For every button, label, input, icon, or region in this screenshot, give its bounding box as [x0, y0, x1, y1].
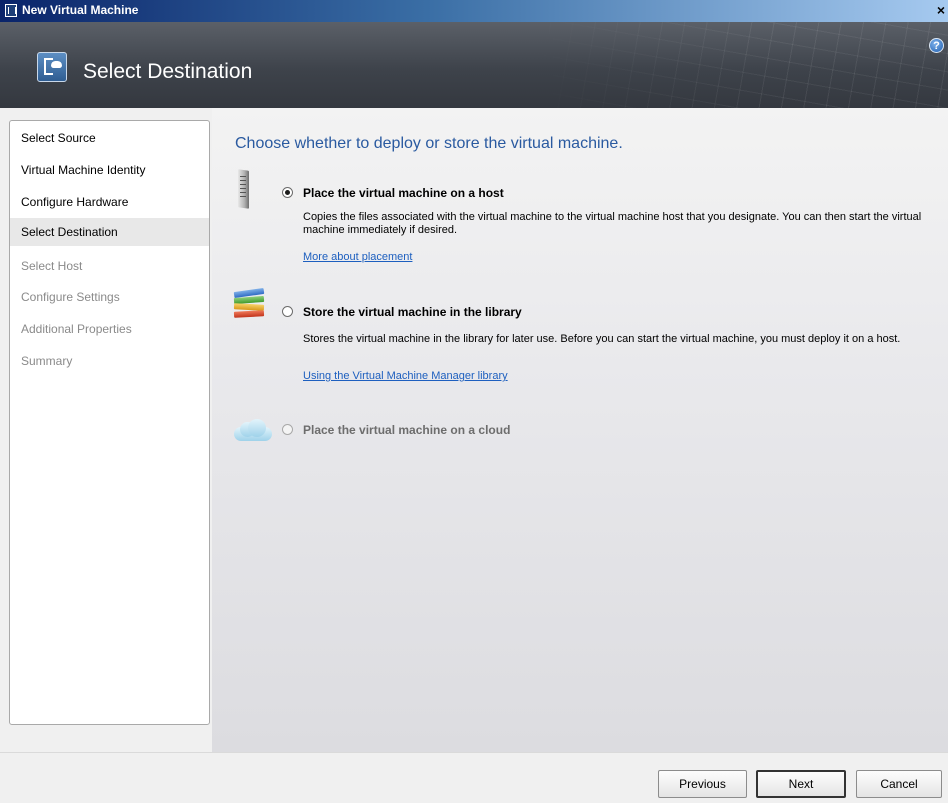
wizard-step-nav: Select Source Virtual Machine Identity C… [9, 120, 210, 725]
previous-button[interactable]: Previous [658, 770, 747, 798]
destination-heading: Choose whether to deploy or store the vi… [235, 135, 623, 152]
footer-divider [0, 752, 948, 753]
new-vm-wizard-icon [37, 52, 67, 82]
place-on-host-label[interactable]: Place the virtual machine on a host [303, 186, 504, 200]
app-icon[interactable] [5, 4, 17, 17]
next-button[interactable]: Next [756, 770, 846, 798]
place-on-host-radio[interactable] [282, 187, 293, 198]
cloud-icon [234, 419, 272, 441]
close-button[interactable]: × [934, 3, 948, 18]
place-on-host-description: Copies the files associated with the vir… [303, 211, 922, 236]
store-in-library-description: Stores the virtual machine in the librar… [303, 333, 901, 345]
library-books-icon [233, 287, 268, 322]
wizard-header: Select Destination ? [0, 22, 948, 108]
window-title: New Virtual Machine [22, 3, 139, 17]
more-about-placement-link[interactable]: More about placement [303, 251, 412, 263]
nav-item-select-destination[interactable]: Select Destination [10, 218, 209, 246]
nav-item-virtual-machine-identity[interactable]: Virtual Machine Identity [10, 156, 209, 184]
nav-item-configure-hardware[interactable]: Configure Hardware [10, 188, 209, 216]
store-in-library-radio[interactable] [282, 306, 293, 317]
nav-item-configure-settings: Configure Settings [21, 290, 120, 304]
help-icon[interactable]: ? [929, 38, 944, 53]
place-on-cloud-radio [282, 424, 293, 435]
store-in-library-label[interactable]: Store the virtual machine in the library [303, 305, 522, 319]
place-on-cloud-label: Place the virtual machine on a cloud [303, 423, 511, 437]
header-decoration [528, 22, 948, 108]
nav-item-summary: Summary [21, 354, 73, 368]
window-title-bar[interactable]: New Virtual Machine × [0, 0, 948, 22]
nav-item-select-source[interactable]: Select Source [10, 124, 209, 152]
vmm-library-link[interactable]: Using the Virtual Machine Manager librar… [303, 370, 508, 382]
page-title: Select Destination [83, 60, 253, 83]
server-icon [236, 169, 252, 209]
nav-item-additional-properties: Additional Properties [21, 322, 132, 336]
cancel-button[interactable]: Cancel [856, 770, 942, 798]
nav-item-select-host: Select Host [21, 259, 83, 273]
